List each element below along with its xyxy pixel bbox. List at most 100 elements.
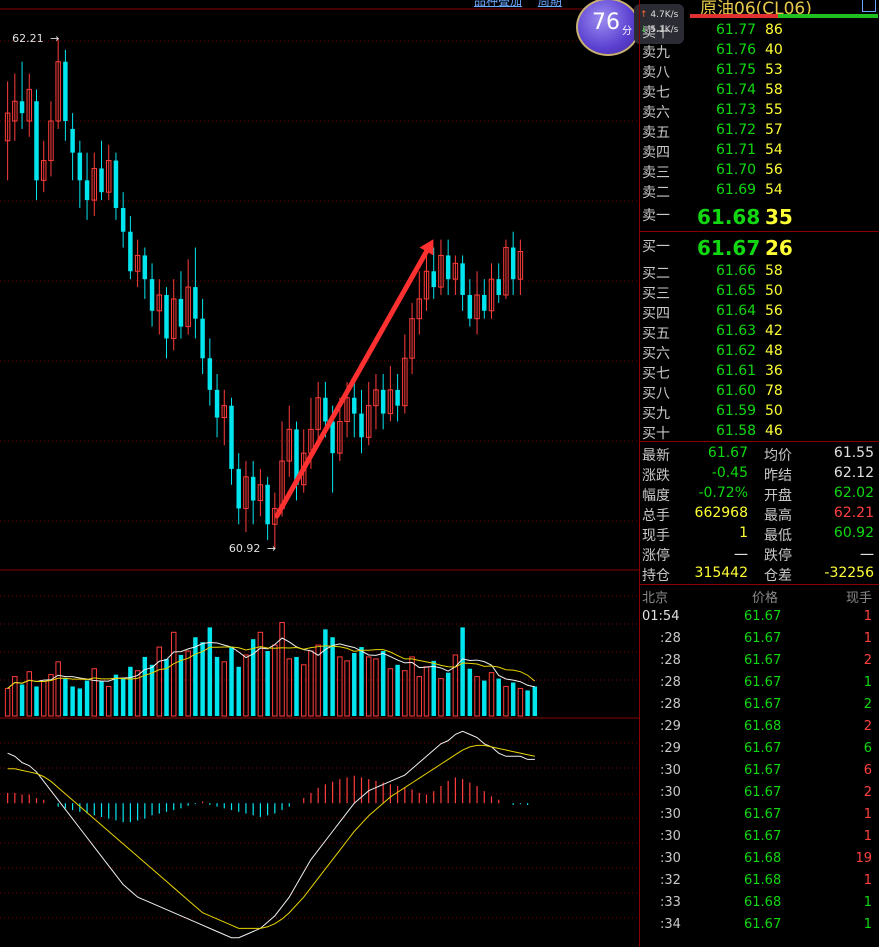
annotation-arrow — [274, 248, 429, 519]
volume-bar — [200, 642, 205, 716]
candle-body — [229, 405, 234, 469]
volume-bar — [265, 651, 270, 716]
tick-price: 61.67 — [744, 917, 782, 932]
volume-bar — [26, 671, 33, 717]
level-label: 卖七 — [642, 85, 670, 101]
tick-volume: 6 — [863, 763, 872, 778]
level-volume: 86 — [765, 22, 783, 38]
tick-time: :30 — [660, 851, 681, 866]
period-link[interactable]: 周期 — [538, 0, 562, 8]
tick-volume: 6 — [863, 741, 872, 756]
stat-label: 开盘 — [764, 488, 792, 504]
tick-volume: 1 — [863, 873, 872, 888]
tick-row[interactable]: :30 61.67 6 — [642, 763, 876, 785]
tick-row[interactable]: :28 61.67 2 — [642, 653, 876, 675]
overlay-link[interactable]: 品种叠加 — [474, 0, 522, 8]
tick-row[interactable]: :30 61.67 1 — [642, 829, 876, 851]
level-label: 卖九 — [642, 45, 670, 61]
tick-price: 61.67 — [744, 741, 782, 756]
volume-bar — [460, 627, 465, 716]
stat-row: 持仓 315442 仓差 -32256 — [642, 565, 876, 585]
level-volume: 26 — [765, 236, 793, 260]
tick-volume: 1 — [863, 917, 872, 932]
tick-price: 61.67 — [744, 829, 782, 844]
tick-time: :28 — [660, 675, 681, 690]
window-button[interactable] — [862, 0, 876, 12]
stat-value: -0.72% — [698, 485, 748, 501]
tick-row[interactable]: :28 61.67 1 — [642, 675, 876, 697]
score-badge[interactable]: 76 分 — [576, 0, 640, 56]
stat-value: 662968 — [694, 505, 748, 521]
volume-bar — [91, 668, 98, 717]
tick-time: :33 — [660, 895, 681, 910]
tick-volume: 1 — [863, 807, 872, 822]
stat-label: 现手 — [642, 528, 670, 544]
tick-volume: 1 — [863, 829, 872, 844]
volume-bar — [365, 656, 372, 717]
tick-row[interactable]: :29 61.67 6 — [642, 741, 876, 763]
volume-bar — [445, 672, 451, 716]
level-volume: 54 — [765, 142, 783, 158]
volume-bar — [395, 664, 400, 716]
level-price: 61.64 — [716, 303, 757, 319]
volume-bar — [510, 682, 516, 716]
volume-bar — [474, 676, 480, 717]
volume-bar — [113, 674, 119, 716]
stat-value: 60.92 — [833, 525, 874, 541]
candle-body — [467, 294, 473, 319]
volume-bar — [517, 687, 524, 717]
candle-body — [200, 318, 205, 359]
level-label: 买一 — [642, 239, 670, 255]
tick-price: 61.68 — [744, 851, 782, 866]
level-price: 61.75 — [716, 62, 757, 78]
low-price-label: 60.92 — [229, 542, 260, 555]
stat-value: -32256 — [824, 565, 874, 581]
tick-row[interactable]: :29 61.68 2 — [642, 719, 876, 741]
tick-row[interactable]: :33 61.68 1 — [642, 895, 876, 917]
candle-body — [120, 208, 126, 232]
volume-bar — [40, 681, 47, 717]
volume-bar — [120, 678, 126, 716]
tick-row[interactable]: :28 61.67 2 — [642, 697, 876, 719]
candle-body — [359, 413, 364, 438]
volume-bar — [286, 658, 293, 717]
tick-row[interactable]: :28 61.67 1 — [642, 631, 876, 653]
level-volume: 56 — [765, 303, 783, 319]
volume-bar — [193, 637, 198, 716]
tick-row[interactable]: :30 61.68 19 — [642, 851, 876, 873]
volume-bar — [170, 631, 177, 717]
volume-bar — [452, 654, 459, 717]
candle-body — [84, 180, 90, 201]
tick-volume: 2 — [863, 697, 872, 712]
volume-bar — [207, 627, 213, 716]
level-price: 61.66 — [716, 263, 757, 279]
tick-time: :30 — [660, 829, 681, 844]
level-volume: 78 — [765, 383, 783, 399]
level-volume: 54 — [765, 182, 783, 198]
candle-body — [323, 397, 328, 422]
volume-bar — [467, 668, 473, 716]
level-label: 卖十 — [642, 25, 670, 41]
level-label: 卖二 — [642, 185, 670, 201]
stat-value: 62.02 — [833, 485, 874, 501]
volume-bar — [128, 666, 133, 716]
chart-area[interactable]: 62.21 → 60.92 → — [0, 0, 639, 947]
tick-row[interactable]: :32 61.68 1 — [642, 873, 876, 895]
tick-time: :34 — [660, 917, 681, 932]
tick-volume: 1 — [863, 675, 872, 690]
tick-row[interactable]: :34 61.67 1 — [642, 917, 876, 939]
candle-body — [265, 484, 270, 525]
stat-label: 均价 — [764, 448, 792, 464]
tick-row[interactable]: 01:54 61.67 1 — [642, 609, 876, 631]
tick-price: 61.67 — [744, 697, 782, 712]
tick-row[interactable]: :30 61.67 2 — [642, 785, 876, 807]
candle-body — [128, 231, 133, 272]
volume-bar — [156, 646, 163, 717]
candle-body — [193, 287, 198, 319]
stat-value: 一 — [734, 548, 748, 564]
level-label: 卖五 — [642, 125, 670, 141]
low-marker-arrow: → — [267, 542, 276, 555]
tick-time: :29 — [660, 719, 681, 734]
level-price: 61.72 — [716, 122, 757, 138]
tick-row[interactable]: :30 61.67 1 — [642, 807, 876, 829]
